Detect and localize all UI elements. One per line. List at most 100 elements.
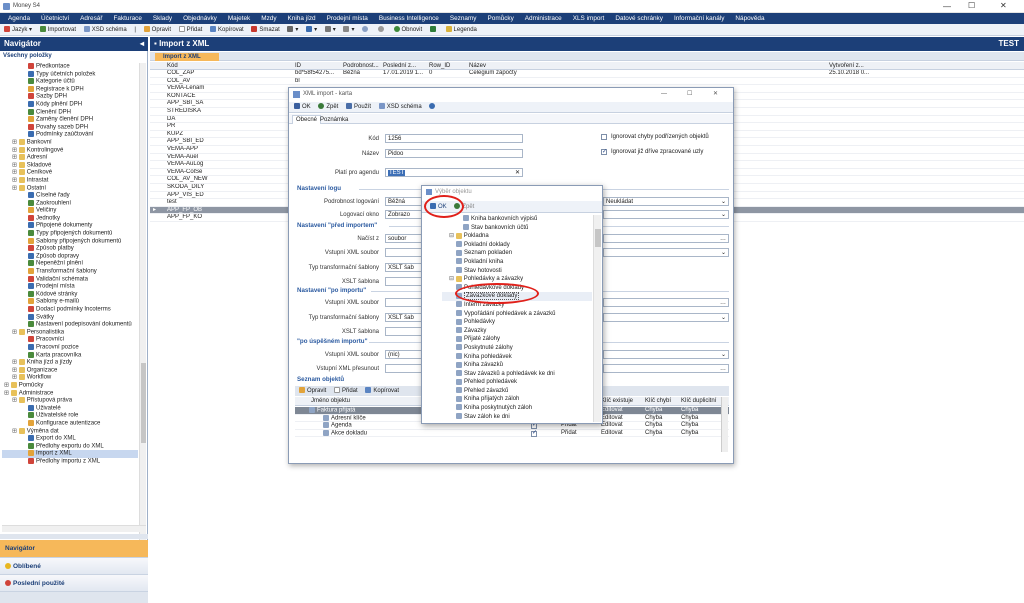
menu-item-8[interactable]: Kniha jízd: [288, 13, 316, 24]
more-icon[interactable]: …: [720, 365, 726, 372]
nav-tree-item[interactable]: Členění DPH: [2, 108, 138, 117]
expand-icon[interactable]: ⊞: [4, 383, 11, 389]
nav-tree-item[interactable]: ⊞ Intrastat: [2, 176, 138, 185]
picker-tree-item[interactable]: Stav hotovosti: [442, 266, 592, 276]
expand-icon[interactable]: ⊞: [12, 428, 19, 434]
column-header[interactable]: Poslední z...: [380, 62, 426, 70]
expand-icon[interactable]: ⊞: [12, 329, 19, 335]
nav-tree-item[interactable]: Kódové stránky: [2, 290, 138, 299]
menu-item-2[interactable]: Adresář: [80, 13, 102, 24]
nav-tree-item[interactable]: Šablony e-mailů: [2, 298, 138, 306]
pin-icon[interactable]: ◂: [140, 37, 144, 51]
success-input-xml-select[interactable]: (nic): [385, 350, 425, 359]
before-template-type-select[interactable]: XSLT šab: [385, 263, 425, 272]
close-tab-icon[interactable]: ▪: [154, 39, 157, 48]
column-header[interactable]: Název: [466, 62, 826, 70]
nav-tree-item[interactable]: Zaměny členění DPH: [2, 116, 138, 124]
objects-add-button[interactable]: Přidat: [334, 386, 358, 396]
picker-tree-item[interactable]: Pokladní doklady: [442, 241, 592, 250]
picker-tree-item[interactable]: Kniha poskytnutých záloh: [442, 404, 592, 413]
help-button[interactable]: [429, 102, 437, 113]
export-button[interactable]: ▾: [324, 24, 336, 35]
column-header-key-duplicate[interactable]: Klíč duplicitní: [681, 397, 716, 406]
nav-tree-item[interactable]: Zaokrouhlení: [2, 199, 138, 208]
nav-tree-item[interactable]: ⊞ Pomůcky: [2, 381, 138, 390]
nav-tree-item[interactable]: Předkontace: [2, 63, 138, 71]
nav-tree-item[interactable]: Dodací podmínky Incoterms: [2, 306, 138, 314]
copy-button[interactable]: Kopírovat: [210, 24, 244, 35]
menu-item-4[interactable]: Sklady: [153, 13, 172, 24]
expand-icon[interactable]: ⊞: [12, 162, 19, 168]
nav-tree-item[interactable]: Registrace k DPH: [2, 85, 138, 94]
table-row[interactable]: COL_ZAP bd*58f54275... Běžná 17.01.2019 1..…: [150, 70, 1024, 78]
menu-item-0[interactable]: Agenda: [8, 13, 30, 24]
nav-section-recent[interactable]: Poslední použité: [0, 574, 148, 591]
menu-item-13[interactable]: Administrace: [525, 13, 562, 24]
excel-button[interactable]: [429, 24, 438, 35]
after-input-xml[interactable]: [385, 298, 425, 307]
nav-tree-item[interactable]: Sazby DPH: [2, 93, 138, 101]
nav-tree-item[interactable]: ⊞ Personalistika: [2, 328, 138, 337]
expand-icon[interactable]: ⊞: [12, 140, 19, 146]
picker-tree-item[interactable]: Kniha přijatých záloh: [442, 395, 592, 404]
column-header[interactable]: Kód: [164, 62, 292, 70]
log-detail-select[interactable]: Běžná: [385, 197, 425, 206]
objects-scrollbar[interactable]: [721, 397, 728, 452]
nav-tree-item[interactable]: Pracovníci: [2, 336, 138, 344]
nav-tree-item[interactable]: ⊞ Ceníkové: [2, 169, 138, 177]
expand-icon[interactable]: ⊞: [4, 390, 11, 396]
object-checkbox[interactable]: [531, 430, 537, 437]
nav-tree-item[interactable]: Veličiny: [2, 207, 138, 215]
collapse-icon[interactable]: ⊟: [449, 276, 456, 282]
dialog-back-button[interactable]: Zpět: [318, 102, 338, 113]
success-input-xml-ext[interactable]: ⌄: [603, 350, 729, 359]
nav-tree-item[interactable]: ⊞ Bankovní: [2, 138, 138, 147]
menu-item-17[interactable]: Nápověda: [735, 13, 764, 24]
refresh-button[interactable]: Obnovit: [393, 24, 422, 35]
picker-tree-item[interactable]: Vypořádání pohledávek a závazků: [442, 309, 592, 319]
success-move-ext[interactable]: …: [603, 364, 729, 373]
objects-copy-button[interactable]: Kopírovat: [365, 386, 399, 396]
nav-tree-item[interactable]: ⊞ Ostatní: [2, 184, 138, 193]
after-template-ext[interactable]: ⌄: [603, 313, 729, 322]
picker-tree-item[interactable]: Pohledávky: [442, 318, 592, 327]
picker-tree-item[interactable]: Stav záloh ke dni: [442, 413, 592, 421]
ignore-child-errors-checkbox[interactable]: [601, 134, 607, 140]
nav-tree-item[interactable]: Karta pracovníka: [2, 351, 138, 360]
tab-note[interactable]: Poznámka: [320, 116, 348, 124]
log-path-input[interactable]: ⌄: [603, 210, 729, 219]
picker-tree-item[interactable]: ⊟ Pokladna: [442, 232, 592, 241]
load-from-path[interactable]: …: [603, 234, 729, 243]
horizontal-scrollbar[interactable]: [2, 525, 146, 532]
after-template-type-select[interactable]: XSLT šab: [385, 313, 425, 322]
log-window-select[interactable]: Zobrazo: [385, 210, 425, 219]
picker-tree-item[interactable]: ⊟ Pohledávky a závazky: [442, 275, 592, 284]
minimize-button[interactable]: —: [943, 2, 951, 11]
column-header-key-exists[interactable]: Klíč existuje: [601, 397, 633, 406]
column-header[interactable]: ID: [292, 62, 340, 70]
print-button[interactable]: ▾: [287, 24, 298, 35]
nav-tree-item[interactable]: Pracovní pozice: [2, 343, 138, 352]
expand-icon[interactable]: ⊞: [12, 185, 19, 191]
nav-tree-item[interactable]: ⊞ Kontrolingové: [2, 146, 138, 155]
menu-item-12[interactable]: Pomůcky: [488, 13, 514, 24]
expand-icon[interactable]: ⊞: [12, 360, 19, 366]
settings-button[interactable]: [377, 24, 386, 35]
picker-tree-item[interactable]: Přijaté zálohy: [442, 335, 592, 344]
table-row[interactable]: COL_AV bl: [150, 78, 1024, 86]
nav-tree-item[interactable]: ⊞ Výměna dat: [2, 427, 138, 436]
maximize-button[interactable]: ☐: [968, 1, 975, 10]
dialog-close-button[interactable]: ✕: [713, 88, 718, 101]
nav-tree-item[interactable]: Uživatelské role: [2, 412, 138, 420]
objects-edit-button[interactable]: Opravit: [299, 386, 326, 396]
picker-tree-item[interactable]: Kniha pohledávek: [442, 352, 592, 362]
collapse-icon[interactable]: ⊟: [449, 233, 456, 239]
nav-tree-item[interactable]: Kódy plnění DPH: [2, 100, 138, 109]
more-icon[interactable]: …: [720, 299, 726, 306]
nav-tree-item[interactable]: Způsob platby: [2, 245, 138, 253]
before-xslt-input[interactable]: [385, 277, 425, 286]
menu-item-1[interactable]: Účetnictví: [41, 13, 69, 24]
nav-tree-item[interactable]: Kategorie účtů: [2, 78, 138, 86]
menu-item-9[interactable]: Prodejní místa: [327, 13, 368, 24]
expand-icon[interactable]: ⊞: [12, 375, 19, 381]
